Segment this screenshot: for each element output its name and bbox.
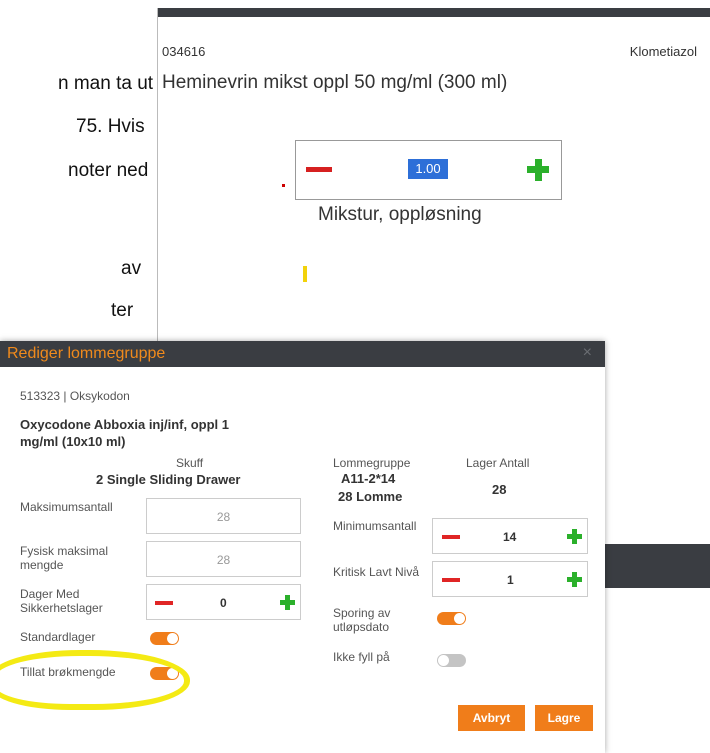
cancel-button[interactable]: Avbryt — [458, 705, 525, 731]
save-button[interactable]: Lagre — [535, 705, 593, 731]
safety-days-label-2: Sikkerhetslager — [20, 601, 103, 615]
highlight-annotation — [0, 650, 190, 710]
plus-icon-vertical[interactable] — [572, 572, 577, 587]
dialog-header: Rediger lommegruppe × — [0, 341, 605, 367]
physical-max-value: 28 — [216, 553, 231, 567]
minus-icon[interactable] — [155, 601, 173, 605]
quantity-stepper[interactable]: 1.00 — [295, 140, 562, 200]
safety-days-stepper[interactable]: 0 — [146, 584, 301, 620]
physical-max-field[interactable]: 28 — [146, 541, 301, 577]
critical-low-stepper[interactable]: 1 — [432, 561, 588, 597]
minus-icon[interactable] — [306, 167, 332, 172]
plus-icon-vertical[interactable] — [535, 159, 542, 181]
max-count-label: Maksimumsantall — [20, 500, 113, 514]
no-refill-toggle[interactable] — [437, 654, 466, 667]
plus-icon-vertical[interactable] — [572, 529, 577, 544]
stock-count-label: Lager Antall — [466, 456, 530, 470]
max-count-value: 28 — [216, 510, 231, 524]
physical-max-label-2: mengde — [20, 558, 64, 572]
doc-text-line-4: av — [121, 258, 142, 279]
critical-low-label: Kritisk Lavt Nivå — [333, 565, 420, 579]
standard-stock-toggle[interactable] — [150, 632, 179, 645]
product-title: Oxycodone Abboxia inj/inf, oppl 1 mg/ml … — [20, 417, 229, 449]
expiry-tracking-toggle[interactable] — [437, 612, 466, 625]
minimum-count-stepper[interactable]: 14 — [432, 518, 588, 554]
critical-low-value[interactable]: 1 — [507, 573, 514, 587]
product-name: Heminevrin mikst oppl 50 mg/ml (300 ml) — [162, 72, 508, 93]
doc-text-line-5: ter — [111, 300, 134, 321]
doc-text-line-1: n man ta ut — [58, 73, 154, 94]
background-dialog-titlebar — [158, 8, 710, 17]
pocket-group-value: A11-2*14 — [341, 471, 396, 486]
minimum-count-value[interactable]: 14 — [503, 530, 516, 544]
no-refill-label: Ikke fyll på — [333, 650, 390, 664]
drawer-value: 2 Single Sliding Drawer — [96, 472, 241, 487]
item-code: 034616 — [162, 44, 206, 59]
minus-icon[interactable] — [442, 578, 460, 582]
expiry-tracking-label-2: utløpsdato — [333, 620, 390, 634]
physical-max-label: Fysisk maksimal — [20, 544, 109, 558]
plus-icon-vertical[interactable] — [285, 595, 290, 610]
doc-text-line-3: noter ned — [68, 160, 149, 181]
minus-icon[interactable] — [442, 535, 460, 539]
safety-days-value[interactable]: 0 — [220, 596, 227, 610]
standard-stock-label: Standardlager — [20, 630, 96, 644]
safety-days-label: Dager Med — [20, 587, 80, 601]
marker — [303, 266, 307, 282]
dosage-form: Mikstur, oppløsning — [318, 204, 482, 225]
max-count-field[interactable]: 28 — [146, 498, 301, 534]
drug-name: Klometiazol — [629, 44, 697, 59]
drawer-label: Skuff — [176, 456, 204, 470]
quantity-input[interactable]: 1.00 — [408, 159, 448, 179]
pocket-count-value: 28 Lomme — [338, 489, 403, 504]
dialog-title: Rediger lommegruppe — [7, 345, 166, 362]
expiry-tracking-label: Sporing av — [333, 606, 391, 620]
toggle-knob — [438, 655, 449, 666]
item-line: 513323 | Oksykodon — [20, 389, 130, 403]
close-icon[interactable]: × — [583, 344, 592, 362]
stock-count-value: 28 — [492, 482, 507, 497]
minimum-count-label: Minimumsantall — [333, 519, 417, 533]
toggle-knob — [167, 633, 178, 644]
toggle-knob — [454, 613, 465, 624]
pocket-group-label: Lommegruppe — [333, 456, 411, 470]
required-marker — [282, 184, 285, 187]
doc-text-line-2: 75. Hvis — [76, 116, 145, 137]
